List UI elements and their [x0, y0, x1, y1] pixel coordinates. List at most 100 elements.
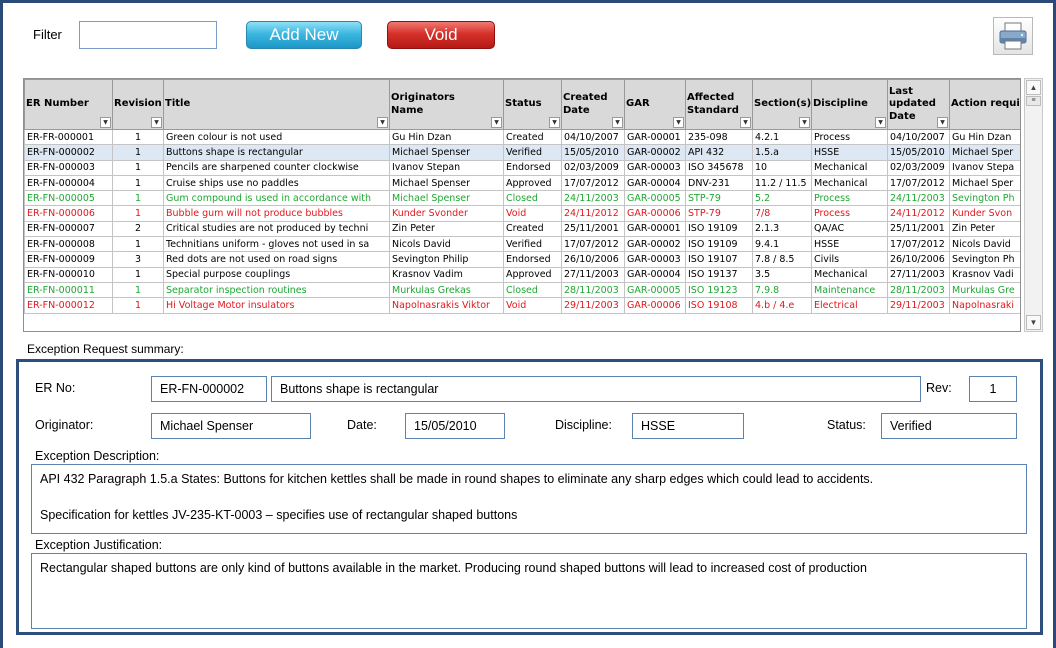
- table-cell: Ivanov Stepan: [389, 159, 504, 176]
- table-cell: 28/11/2003: [561, 281, 625, 299]
- table-row[interactable]: ER-FN-000002 1 Buttons shape is rectangula…: [24, 144, 1020, 161]
- table-row[interactable]: ER-FN-000012 1 Hi Voltage Motor insulators…: [24, 297, 1020, 314]
- table-row[interactable]: ER-FN-000007 2 Critical studies are not pr…: [24, 220, 1020, 238]
- table-cell: 25/11/2001: [887, 220, 950, 238]
- filter-dropdown-icon[interactable]: ▼: [549, 117, 560, 128]
- date-label: Date:: [347, 418, 377, 432]
- table-cell: Void: [503, 205, 562, 222]
- scroll-down-icon[interactable]: ▼: [1026, 315, 1041, 330]
- table-row[interactable]: ER-FN-000003 1 Pencils are sharpened count…: [24, 159, 1020, 176]
- table-cell: ER-FN-000004: [24, 174, 113, 192]
- table-row[interactable]: ER-FN-000009 3 Red dots are not used on ro…: [24, 251, 1020, 268]
- filter-input[interactable]: [79, 21, 217, 49]
- table-cell: Buttons shape is rectangular: [163, 144, 390, 161]
- print-button[interactable]: [993, 17, 1033, 55]
- justification-label: Exception Justification:: [35, 538, 163, 552]
- column-header[interactable]: Title ▼: [163, 79, 390, 130]
- table-row[interactable]: ER-FN-000006 1 Bubble gum will not produce…: [24, 205, 1020, 222]
- table-cell: Michael Sper: [949, 174, 1020, 192]
- table-cell: GAR-00006: [624, 297, 686, 314]
- date-field[interactable]: 15/05/2010: [405, 413, 505, 439]
- table-cell: Maintenance: [811, 281, 888, 299]
- table-cell: Murkulas Gre: [949, 281, 1020, 299]
- table-row[interactable]: ER-FN-000008 1 Technitians uniform - glove…: [24, 236, 1020, 253]
- discipline-field[interactable]: HSSE: [632, 413, 744, 439]
- column-header[interactable]: Revision ▼: [112, 79, 164, 130]
- table-cell: 15/05/2010: [887, 144, 950, 161]
- column-header[interactable]: Affected Standard ▼: [685, 79, 753, 130]
- table-cell: Closed: [503, 281, 562, 299]
- column-header[interactable]: Section(s) ▼: [752, 79, 812, 130]
- table-cell: ER-FN-000012: [24, 297, 113, 314]
- table-cell: Mechanical: [811, 174, 888, 192]
- status-field[interactable]: Verified: [881, 413, 1017, 439]
- table-row[interactable]: ER-FR-000001 1 Green colour is not used Gu …: [24, 128, 1020, 146]
- table-cell: ER-FN-000003: [24, 159, 113, 176]
- table-row[interactable]: ER-FN-000004 1 Cruise ships use no paddles…: [24, 174, 1020, 192]
- table-cell: QA/AC: [811, 220, 888, 238]
- add-new-button[interactable]: Add New: [246, 21, 362, 49]
- table-cell: ISO 19109: [685, 236, 753, 253]
- table-row[interactable]: ER-FN-000005 1 Gum compound is used in acc…: [24, 190, 1020, 207]
- grid-scrollbar[interactable]: ▲ ≡ ▼: [1024, 78, 1043, 332]
- table-cell: GAR-00002: [624, 236, 686, 253]
- filter-dropdown-icon[interactable]: ▼: [491, 117, 502, 128]
- column-header[interactable]: Action requi▼: [949, 79, 1020, 130]
- er-no-field[interactable]: ER-FN-000002: [151, 376, 267, 402]
- filter-dropdown-icon[interactable]: ▼: [151, 117, 162, 128]
- filter-dropdown-icon[interactable]: ▼: [612, 117, 623, 128]
- table-cell: Michael Spenser: [389, 144, 504, 161]
- void-button[interactable]: Void: [387, 21, 495, 49]
- filter-dropdown-icon[interactable]: ▼: [937, 117, 948, 128]
- table-cell: Michael Spenser: [389, 190, 504, 207]
- filter-dropdown-icon[interactable]: ▼: [799, 117, 810, 128]
- filter-dropdown-icon[interactable]: ▼: [673, 117, 684, 128]
- filter-dropdown-icon[interactable]: ▼: [377, 117, 388, 128]
- table-cell: Approved: [503, 266, 562, 283]
- scroll-thumb[interactable]: ≡: [1026, 96, 1041, 106]
- column-header[interactable]: Last updated Date ▼: [887, 79, 950, 130]
- table-cell: GAR-00005: [624, 281, 686, 299]
- table-cell: STP-79: [685, 190, 753, 207]
- table-cell: ER-FN-000011: [24, 281, 113, 299]
- justification-field[interactable]: Rectangular shaped buttons are only kind…: [31, 553, 1027, 629]
- table-cell: Created: [503, 220, 562, 238]
- er-grid[interactable]: ER Number ▼ Revision ▼ Title ▼ Originators Nam…: [23, 78, 1021, 332]
- summary-panel: ER No: ER-FN-000002 Buttons shape is rec…: [16, 359, 1043, 635]
- column-header[interactable]: Created Date ▼: [561, 79, 625, 130]
- column-header[interactable]: Originators Name ▼: [389, 79, 504, 130]
- column-header[interactable]: ER Number ▼: [24, 79, 113, 130]
- filter-dropdown-icon[interactable]: ▼: [740, 117, 751, 128]
- rev-field[interactable]: 1: [969, 376, 1017, 402]
- table-row[interactable]: ER-FN-000011 1 Separator inspection routin…: [24, 281, 1020, 299]
- column-header[interactable]: Discipline ▼: [811, 79, 888, 130]
- table-cell: 15/05/2010: [561, 144, 625, 161]
- table-cell: GAR-00002: [624, 144, 686, 161]
- column-header-label: Affected Standard: [687, 92, 739, 116]
- filter-dropdown-icon[interactable]: ▼: [875, 117, 886, 128]
- originator-field[interactable]: Michael Spenser: [151, 413, 311, 439]
- table-cell: Process: [811, 205, 888, 222]
- table-cell: GAR-00004: [624, 266, 686, 283]
- printer-icon: [999, 22, 1027, 50]
- table-cell: ISO 345678: [685, 159, 753, 176]
- table-cell: 24/11/2012: [887, 205, 950, 222]
- scroll-up-icon[interactable]: ▲: [1026, 80, 1041, 95]
- filter-dropdown-icon[interactable]: ▼: [100, 117, 111, 128]
- table-cell: 28/11/2003: [887, 281, 950, 299]
- table-cell: ER-FN-000007: [24, 220, 113, 238]
- column-header[interactable]: GAR ▼: [624, 79, 686, 130]
- column-header-label: Action requi: [951, 98, 1020, 110]
- table-cell: 17/07/2012: [887, 236, 950, 253]
- table-cell: 26/10/2006: [887, 251, 950, 268]
- column-header[interactable]: Status ▼: [503, 79, 562, 130]
- er-title-field[interactable]: Buttons shape is rectangular: [271, 376, 921, 402]
- table-cell: ER-FN-000002: [24, 144, 113, 161]
- table-cell: 235-098: [685, 128, 753, 146]
- table-cell: Endorsed: [503, 251, 562, 268]
- table-row[interactable]: ER-FN-000010 1 Special purpose couplings Kr…: [24, 266, 1020, 283]
- column-header-label: Originators Name: [391, 92, 455, 116]
- column-header-label: Last updated Date: [889, 85, 936, 122]
- discipline-label: Discipline:: [555, 418, 612, 432]
- description-field[interactable]: API 432 Paragraph 1.5.a States: Buttons …: [31, 464, 1027, 534]
